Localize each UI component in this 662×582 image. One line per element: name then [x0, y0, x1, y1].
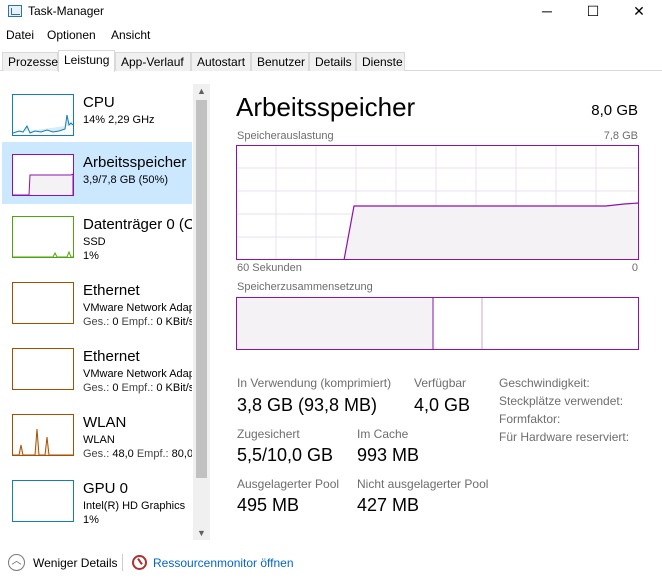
sidebar-item-ethernet-1[interactable]: Ethernet VMware Network Adapter Ges.: 0 … — [2, 270, 192, 332]
time-axis-left: 60 Sekunden — [237, 262, 302, 274]
nonpaged-pool-label: Nicht ausgelagerter Pool — [357, 477, 489, 491]
composition-label: Speicherzusammensetzung — [237, 281, 373, 293]
sidebar-item-datentraeger[interactable]: Datenträger 0 (C:) SSD 1% — [2, 204, 192, 266]
tab-benutzer[interactable]: Benutzer — [251, 52, 309, 71]
tab-details[interactable]: Details — [309, 52, 356, 71]
maximize-button[interactable]: ☐ — [570, 0, 616, 24]
tab-prozesse[interactable]: Prozesse — [2, 52, 58, 71]
footer-bar: ︿ Weniger Details Ressourcenmonitor öffn… — [0, 550, 662, 576]
sidebar-item-ethernet-2[interactable]: Ethernet VMware Network Adapter Ges.: 0 … — [2, 336, 192, 398]
ethernet-thumbnail-graph — [12, 348, 74, 390]
resource-monitor-link[interactable]: Ressourcenmonitor öffnen — [153, 556, 294, 570]
footer-divider — [122, 554, 123, 571]
wlan-thumbnail-graph — [12, 414, 74, 456]
menu-optionen[interactable]: Optionen — [47, 28, 96, 42]
sidebar-subtitle: Intel(R) HD Graphics — [83, 500, 186, 512]
cpu-mini-chart — [12, 114, 74, 134]
sidebar-title: Arbeitsspeicher — [83, 154, 187, 171]
sidebar-subtitle: VMware Network Adapter — [83, 368, 192, 380]
sidebar-title: CPU — [83, 94, 115, 111]
tab-autostart[interactable]: Autostart — [191, 52, 251, 71]
sidebar-title: Datenträger 0 (C:) — [83, 216, 192, 233]
gpu-thumbnail-graph — [12, 480, 74, 522]
page-title: Arbeitsspeicher — [236, 92, 416, 122]
memory-total: 8,0 GB — [591, 102, 638, 119]
speed-label: Geschwindigkeit: — [499, 376, 590, 390]
sidebar-item-wlan[interactable]: WLAN WLAN Ges.: 48,0 Empf.: 80,0 — [2, 402, 192, 464]
sidebar-item-cpu[interactable]: CPU 14% 2,29 GHz — [2, 82, 192, 144]
close-button[interactable]: ✕ — [616, 0, 662, 24]
memory-usage-graph — [236, 145, 639, 260]
memory-detail-panel: Arbeitsspeicher 8,0 GB Speicherauslastun… — [236, 88, 640, 528]
menu-bar: Datei Optionen Ansicht — [0, 26, 662, 46]
in-use-label: In Verwendung (komprimiert) — [237, 376, 392, 390]
in-use-value: 3,8 GB (93,8 MB) — [237, 395, 378, 415]
sidebar-item-gpu[interactable]: GPU 0 Intel(R) HD Graphics 1% — [2, 468, 192, 530]
memory-mini-chart — [13, 173, 74, 196]
cached-value: 993 MB — [357, 445, 420, 465]
tab-app-verlauf[interactable]: App-Verlauf — [115, 52, 191, 71]
usage-graph-max: 7,8 GB — [603, 130, 638, 142]
sidebar-subtitle: 3,9/7,8 GB (50%) — [83, 174, 168, 186]
sidebar-subtitle: WLAN — [83, 434, 115, 446]
scrollbar-thumb[interactable] — [196, 100, 207, 478]
scroll-down-icon[interactable]: ▼ — [193, 526, 210, 540]
sidebar-item-arbeitsspeicher[interactable]: Arbeitsspeicher 3,9/7,8 GB (50%) — [2, 142, 192, 204]
sidebar-subtitle: SSD — [83, 236, 106, 248]
sidebar-detail: Ges.: 48,0 Empf.: 80,0 — [83, 448, 192, 460]
disk-thumbnail-graph — [12, 216, 74, 258]
fewer-details-button[interactable]: Weniger Details — [33, 556, 117, 570]
available-value: 4,0 GB — [414, 395, 471, 415]
sidebar-title: Ethernet — [83, 282, 140, 299]
composition-in-use — [236, 297, 434, 350]
tab-dienste[interactable]: Dienste — [356, 52, 405, 71]
sidebar-subtitle: 14% 2,29 GHz — [83, 114, 155, 126]
sidebar-detail: 1% — [83, 250, 99, 262]
wlan-mini-chart — [13, 428, 73, 456]
form-factor-label: Formfaktor: — [499, 412, 561, 426]
paged-pool-value: 495 MB — [237, 495, 300, 515]
ethernet-thumbnail-graph — [12, 282, 74, 324]
menu-ansicht[interactable]: Ansicht — [111, 28, 150, 42]
sidebar-detail: Ges.: 0 Empf.: 0 KBit/s — [83, 316, 192, 328]
cached-label: Im Cache — [357, 427, 409, 441]
performance-sidebar: CPU 14% 2,29 GHz Arbeitsspeicher 3,9/7,8… — [0, 78, 210, 540]
tab-leistung[interactable]: Leistung — [58, 50, 115, 72]
task-manager-icon — [8, 5, 22, 17]
available-label: Verfügbar — [414, 376, 467, 390]
hardware-reserved-label: Für Hardware reserviert: — [499, 430, 630, 444]
slots-label: Steckplätze verwendet: — [499, 394, 624, 408]
sidebar-subtitle: VMware Network Adapter — [83, 302, 192, 314]
window-title: Task-Manager — [28, 4, 105, 18]
memory-thumbnail-graph — [12, 154, 74, 196]
committed-value: 5,5/10,0 GB — [237, 445, 334, 465]
sidebar-title: WLAN — [83, 414, 127, 431]
title-bar: Task-Manager ─ ☐ ✕ — [0, 0, 662, 24]
sidebar-title: Ethernet — [83, 348, 140, 365]
memory-usage-area — [344, 203, 639, 260]
nonpaged-pool-value: 427 MB — [357, 495, 420, 515]
paged-pool-label: Ausgelagerter Pool — [237, 477, 340, 491]
sidebar-scrollbar[interactable]: ▲ ▼ — [193, 84, 210, 540]
sidebar-title: GPU 0 — [83, 480, 129, 497]
sidebar-detail: 1% — [83, 514, 99, 526]
scroll-up-icon[interactable]: ▲ — [193, 84, 210, 98]
memory-composition-bar — [236, 297, 639, 350]
usage-graph-label: Speicherauslastung — [237, 130, 334, 142]
sidebar-detail: Ges.: 0 Empf.: 0 KBit/s — [83, 382, 192, 394]
chevron-up-icon[interactable]: ︿ — [8, 554, 25, 571]
cpu-thumbnail-graph — [12, 94, 74, 136]
minimize-button[interactable]: ─ — [524, 0, 570, 24]
time-axis-right: 0 — [631, 262, 638, 274]
menu-datei[interactable]: Datei — [6, 28, 34, 42]
tab-bar: Prozesse Leistung App-Verlauf Autostart … — [0, 50, 662, 72]
resource-monitor-icon[interactable] — [132, 555, 147, 570]
committed-label: Zugesichert — [237, 427, 300, 441]
disk-mini-chart — [13, 250, 73, 258]
